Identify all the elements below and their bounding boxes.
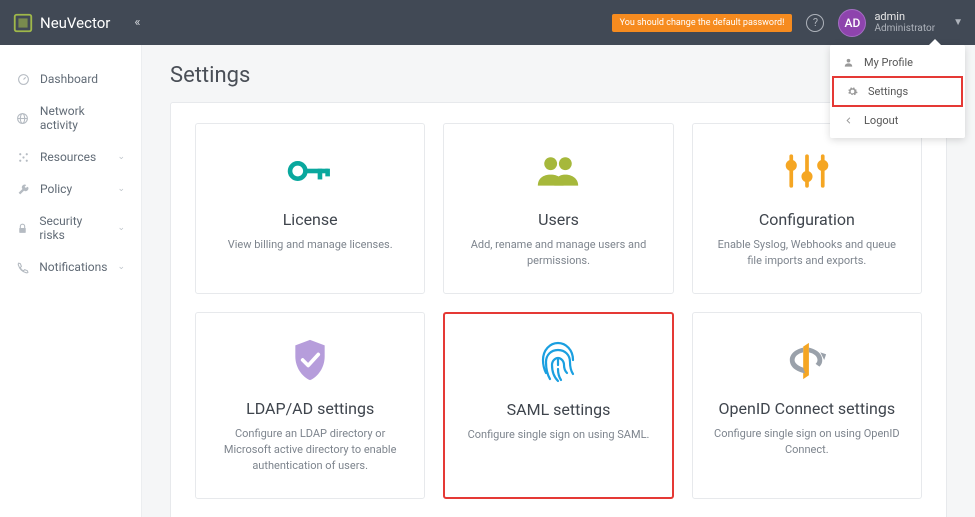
sidebar-item-label: Network activity <box>40 104 125 132</box>
settings-panel: License View billing and manage licenses… <box>170 102 947 517</box>
sidebar-item-label: Resources <box>40 150 96 164</box>
help-icon[interactable]: ? <box>806 14 824 32</box>
chevron-down-icon: ⌄ <box>117 262 125 272</box>
card-title: Configuration <box>759 210 855 229</box>
wrench-icon <box>16 183 30 196</box>
card-title: Users <box>538 210 579 229</box>
sidebar-item-resources[interactable]: Resources ⌄ <box>0 141 141 173</box>
brand-logo-icon <box>12 12 34 34</box>
card-desc: Add, rename and manage users and permiss… <box>462 237 654 269</box>
cluster-icon <box>16 151 30 164</box>
sidebar-item-notifications[interactable]: Notifications ⌄ <box>0 251 141 283</box>
user-menu-trigger[interactable]: AD admin Administrator ▼ <box>838 9 963 37</box>
card-desc: View billing and manage licenses. <box>228 237 393 253</box>
menu-item-label: Settings <box>868 85 908 98</box>
brand[interactable]: NeuVector <box>12 12 110 34</box>
card-title: License <box>283 210 338 229</box>
user-name-label: admin <box>874 11 935 23</box>
menu-item-label: My Profile <box>864 56 913 69</box>
card-users[interactable]: Users Add, rename and manage users and p… <box>443 123 673 294</box>
chevron-down-icon: ⌄ <box>117 223 125 233</box>
sidebar-item-policy[interactable]: Policy ⌄ <box>0 173 141 205</box>
sidebar-item-label: Security risks <box>39 214 107 242</box>
user-role-label: Administrator <box>874 23 935 34</box>
globe-icon <box>16 112 30 125</box>
gauge-icon <box>16 73 30 86</box>
card-title: OpenID Connect settings <box>719 399 896 418</box>
key-icon <box>287 148 333 194</box>
avatar: AD <box>838 9 866 37</box>
sidebar-item-label: Policy <box>40 182 72 196</box>
sidebar-item-network-activity[interactable]: Network activity <box>0 95 141 141</box>
sidebar-item-label: Notifications <box>39 260 107 274</box>
card-desc: Configure an LDAP directory or Microsoft… <box>214 426 406 474</box>
card-openid-connect-settings[interactable]: OpenID Connect settings Configure single… <box>692 312 922 499</box>
card-ldap-ad-settings[interactable]: LDAP/AD settings Configure an LDAP direc… <box>195 312 425 499</box>
users-icon <box>536 148 580 194</box>
sidebar-item-dashboard[interactable]: Dashboard <box>0 63 141 95</box>
card-saml-settings[interactable]: SAML settings Configure single sign on u… <box>443 312 673 499</box>
card-desc: Configure single sign on using OpenID Co… <box>711 426 903 458</box>
openid-icon <box>786 337 828 383</box>
phone-icon <box>16 261 29 274</box>
sidebar: Dashboard Network activity Resources ⌄ P… <box>0 45 142 517</box>
menu-item-logout[interactable]: Logout <box>830 107 965 134</box>
back-arrow-icon <box>842 115 854 126</box>
card-title: SAML settings <box>507 400 611 419</box>
card-license[interactable]: License View billing and manage licenses… <box>195 123 425 294</box>
brand-name: NeuVector <box>40 14 110 32</box>
menu-item-label: Logout <box>864 114 898 127</box>
chevron-down-icon: ⌄ <box>117 152 125 162</box>
sidebar-collapse-toggle[interactable]: « <box>134 15 140 30</box>
card-desc: Configure single sign on using SAML. <box>468 427 650 443</box>
topbar: NeuVector « You should change the defaul… <box>0 0 975 45</box>
lock-icon <box>16 222 29 235</box>
chevron-down-icon: ▼ <box>953 17 963 28</box>
gear-icon <box>846 86 858 97</box>
fingerprint-icon <box>538 338 578 384</box>
password-warning-banner[interactable]: You should change the default password! <box>612 14 793 32</box>
menu-item-settings[interactable]: Settings <box>832 76 963 107</box>
shield-check-icon <box>291 337 329 383</box>
sidebar-item-label: Dashboard <box>40 72 98 86</box>
sliders-icon <box>782 148 832 194</box>
card-configuration[interactable]: Configuration Enable Syslog, Webhooks an… <box>692 123 922 294</box>
user-icon <box>842 57 854 68</box>
card-title: LDAP/AD settings <box>246 399 374 418</box>
sidebar-item-security-risks[interactable]: Security risks ⌄ <box>0 205 141 251</box>
menu-item-my-profile[interactable]: My Profile <box>830 49 965 76</box>
card-desc: Enable Syslog, Webhooks and queue file i… <box>711 237 903 269</box>
user-dropdown-menu: My Profile Settings Logout <box>830 45 965 138</box>
chevron-down-icon: ⌄ <box>117 184 125 194</box>
